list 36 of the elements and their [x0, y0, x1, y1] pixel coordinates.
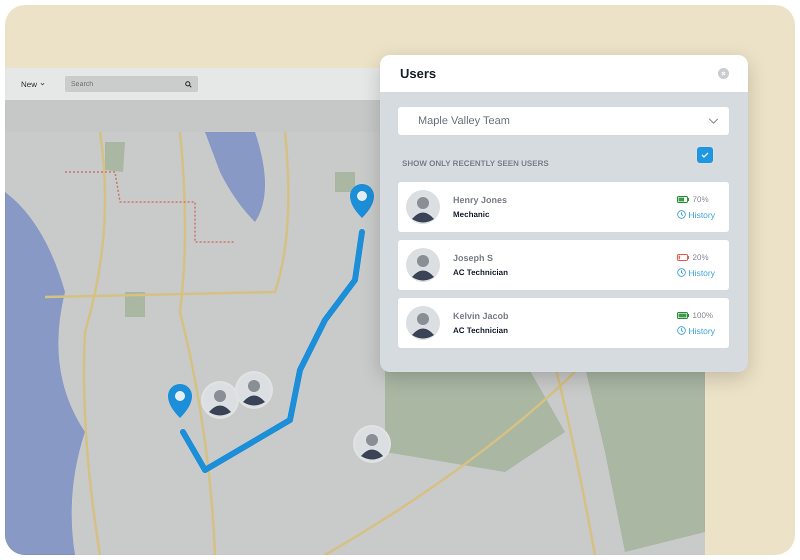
clock-icon [676, 268, 686, 277]
panel-title: Users [400, 66, 436, 81]
recent-users-checkbox[interactable] [697, 147, 713, 163]
avatar [406, 190, 440, 224]
user-name: Joseph S [453, 253, 494, 263]
user-name: Henry Jones [453, 195, 508, 205]
battery-percent: 100% [692, 310, 714, 320]
battery-icon [676, 254, 689, 260]
chevron-down-icon [40, 82, 46, 86]
team-select[interactable]: Maple Valley Team [398, 107, 729, 135]
avatar-marker[interactable] [201, 381, 239, 419]
new-button[interactable]: New [19, 78, 48, 90]
user-role: AC Technician [453, 326, 509, 335]
battery-icon [676, 312, 689, 318]
clock-icon [676, 210, 686, 219]
user-card[interactable]: Joseph S AC Technician 20% History [398, 240, 729, 290]
user-role: Mechanic [453, 210, 490, 219]
chevron-down-icon [708, 118, 719, 124]
battery-percent: 20% [692, 252, 709, 262]
search-icon [185, 80, 192, 88]
map-pin-icon[interactable] [350, 184, 374, 218]
user-role: AC Technician [453, 268, 509, 277]
close-icon [721, 71, 726, 76]
battery-icon [676, 196, 689, 202]
avatar [406, 306, 440, 340]
filter-label: SHOW ONLY RECENTLY SEEN USERS [402, 158, 549, 168]
user-name: Kelvin Jacob [453, 311, 510, 321]
map-pin-icon[interactable] [168, 384, 192, 418]
user-card[interactable]: Henry Jones Mechanic 70% History [398, 182, 729, 232]
avatar-marker[interactable] [235, 371, 273, 409]
avatar-marker[interactable] [353, 425, 391, 463]
check-icon [701, 152, 709, 158]
battery-percent: 70% [692, 194, 709, 204]
avatar [406, 248, 440, 282]
user-card[interactable]: Kelvin Jacob AC Technician 100% History [398, 298, 729, 348]
clock-icon [676, 326, 686, 335]
